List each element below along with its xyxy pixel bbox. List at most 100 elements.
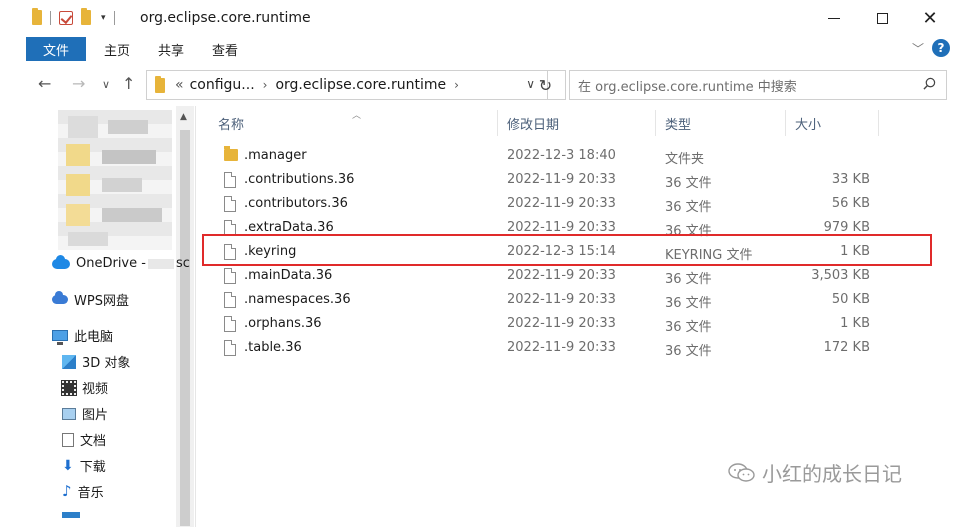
obscured-quick-access-items	[58, 110, 172, 250]
file-name: .manager	[244, 148, 307, 163]
music-note-icon: ♪	[62, 482, 72, 500]
close-button[interactable]: ✕	[906, 0, 954, 36]
file-name: .extraData.36	[244, 220, 334, 235]
file-row[interactable]: .namespaces.36 2022-11-9 20:33 36 文件 50 …	[200, 288, 954, 312]
file-name: .orphans.36	[244, 316, 322, 331]
file-type: 文件夹	[665, 152, 705, 167]
nav-scrollbar[interactable]: ▲	[176, 106, 194, 527]
navigation-pane: ▲ OneDrive - sc WPS网盘 此电脑 3D 对象 视频 图片 文档…	[0, 106, 196, 527]
column-divider[interactable]	[878, 110, 879, 136]
search-icon	[923, 77, 936, 90]
file-name: .contributors.36	[244, 196, 348, 211]
tab-home[interactable]: 主页	[90, 37, 144, 61]
breadcrumb-item[interactable]: org.eclipse.core.runtime	[275, 77, 446, 93]
file-size: 56 KB	[831, 196, 870, 211]
breadcrumb-item[interactable]: configu...	[190, 77, 255, 93]
tab-file[interactable]: 文件	[26, 37, 86, 61]
file-row[interactable]: .mainData.36 2022-11-9 20:33 36 文件 3,503…	[200, 264, 954, 288]
maximize-button[interactable]	[858, 0, 906, 36]
forward-arrow-icon[interactable]: →	[72, 74, 85, 93]
minimize-icon	[828, 17, 840, 19]
column-header-date[interactable]: 修改日期	[507, 106, 657, 140]
nav-item-this-pc[interactable]: 此电脑	[52, 326, 113, 345]
nav-item-label: 3D 对象	[82, 356, 131, 371]
nav-item-label: 图片	[82, 408, 109, 423]
search-input[interactable]: 在 org.eclipse.core.runtime 中搜索	[569, 70, 947, 100]
nav-item-videos[interactable]: 视频	[61, 378, 109, 397]
file-date: 2022-11-9 20:33	[507, 316, 616, 331]
file-row[interactable]: .orphans.36 2022-11-9 20:33 36 文件 1 KB	[200, 312, 954, 336]
ribbon-right-controls: ﹀ ?	[912, 39, 950, 57]
breadcrumb-chevron-icon[interactable]: ›	[263, 78, 268, 92]
nav-item-onedrive[interactable]: OneDrive - sc	[52, 254, 190, 271]
obscured-text	[147, 258, 174, 269]
folder-icon	[155, 75, 165, 93]
keyring-highlight-box	[202, 234, 932, 266]
file-type: 36 文件	[665, 320, 712, 335]
file-type: 36 文件	[665, 344, 712, 359]
download-arrow-icon: ⬇	[62, 457, 74, 474]
title-bar: ▾ org.eclipse.core.runtime ✕	[0, 0, 954, 36]
address-bar[interactable]: « configu... › org.eclipse.core.runtime …	[146, 70, 548, 100]
up-arrow-icon[interactable]: ↑	[122, 74, 135, 93]
help-icon[interactable]: ?	[932, 39, 950, 57]
nav-item-3d-objects[interactable]: 3D 对象	[62, 352, 130, 371]
search-placeholder: 在 org.eclipse.core.runtime 中搜索	[578, 79, 797, 95]
recent-locations-chevron-icon[interactable]: ∨	[102, 78, 110, 91]
file-row[interactable]: .manager 2022-12-3 18:40 文件夹	[200, 144, 954, 168]
folder-icon	[224, 146, 238, 161]
nav-item-pictures[interactable]: 图片	[62, 404, 108, 423]
column-header-name[interactable]: 名称	[218, 106, 498, 140]
minimize-button[interactable]	[810, 0, 858, 36]
nav-item-wps[interactable]: WPS网盘	[52, 290, 129, 309]
tab-view[interactable]: 查看	[198, 37, 252, 61]
close-icon: ✕	[922, 7, 938, 29]
file-type: 36 文件	[665, 200, 712, 215]
file-size: 50 KB	[831, 292, 870, 307]
nav-item-music[interactable]: ♪ 音乐	[62, 482, 104, 502]
file-row[interactable]: .contributions.36 2022-11-9 20:33 36 文件 …	[200, 168, 954, 192]
column-divider[interactable]	[655, 110, 656, 136]
file-size: 3,503 KB	[811, 268, 870, 283]
file-row[interactable]: .table.36 2022-11-9 20:33 36 文件 172 KB	[200, 336, 954, 360]
nav-item-label: 音乐	[77, 486, 104, 501]
scroll-up-arrow-icon[interactable]: ▲	[180, 112, 187, 122]
breadcrumb-overflow[interactable]: «	[175, 77, 184, 93]
column-divider[interactable]	[785, 110, 786, 136]
file-icon	[224, 340, 236, 356]
customize-toolbar-chevron-icon[interactable]: ▾	[101, 13, 106, 23]
ribbon-tabs: 文件 主页 共享 查看 ﹀ ?	[26, 36, 954, 62]
column-header-size[interactable]: 大小	[795, 106, 875, 140]
refresh-button[interactable]: ↻	[526, 70, 566, 100]
nav-item-label: OneDrive -	[76, 256, 146, 271]
properties-check-icon[interactable]	[59, 10, 73, 25]
column-divider[interactable]	[497, 110, 498, 136]
file-name: .namespaces.36	[244, 292, 351, 307]
nav-item-documents[interactable]: 文档	[62, 430, 106, 449]
column-header-type[interactable]: 类型	[665, 106, 785, 140]
file-date: 2022-11-9 20:33	[507, 220, 616, 235]
file-type: 36 文件	[665, 176, 712, 191]
nav-item-label: sc	[175, 256, 190, 271]
file-date: 2022-11-9 20:33	[507, 172, 616, 187]
document-icon	[62, 432, 74, 447]
3d-objects-icon	[62, 354, 76, 369]
file-icon	[224, 196, 236, 212]
video-film-icon	[61, 379, 77, 396]
scrollbar-thumb[interactable]	[180, 130, 190, 526]
file-size: 979 KB	[823, 220, 870, 235]
nav-item-label: 此电脑	[74, 330, 114, 345]
nav-item-label: 视频	[82, 382, 109, 397]
refresh-icon: ↻	[538, 75, 553, 95]
file-type: 36 文件	[665, 296, 712, 311]
quick-access-toolbar: ▾	[32, 8, 115, 25]
tab-share[interactable]: 共享	[144, 37, 198, 61]
expand-ribbon-chevron-icon[interactable]: ﹀	[912, 40, 924, 57]
pictures-icon	[62, 407, 76, 420]
new-folder-icon[interactable]	[81, 8, 91, 25]
nav-item-downloads[interactable]: ⬇ 下载	[62, 456, 106, 476]
back-arrow-icon[interactable]: ←	[38, 74, 51, 93]
file-row[interactable]: .contributors.36 2022-11-9 20:33 36 文件 5…	[200, 192, 954, 216]
file-icon	[224, 268, 236, 284]
breadcrumb-chevron-icon[interactable]: ›	[454, 78, 459, 92]
